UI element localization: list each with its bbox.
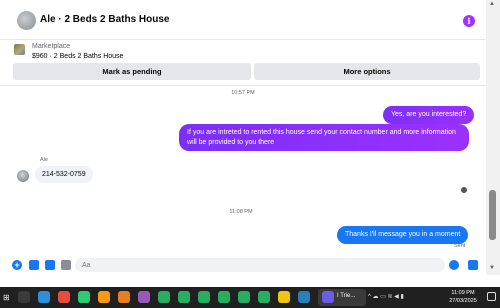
- taskbar-app-label[interactable]: I Trie...: [337, 293, 355, 299]
- scroll-thumb[interactable]: [489, 190, 496, 240]
- sticker-icon[interactable]: [45, 260, 55, 270]
- scroll-up-icon[interactable]: ▲: [489, 1, 495, 7]
- app-icon[interactable]: [98, 291, 110, 303]
- listing-title[interactable]: $960 · 2 Beds 2 Baths House: [32, 53, 123, 60]
- message-outgoing[interactable]: Yes, are you interested?: [383, 106, 475, 124]
- chrome-icon[interactable]: [238, 291, 250, 303]
- chat-scrollbar[interactable]: ▲ ▼: [486, 0, 500, 275]
- chrome-icon[interactable]: [198, 291, 210, 303]
- chrome-icon[interactable]: [158, 291, 170, 303]
- scroll-down-icon[interactable]: ▼: [489, 265, 495, 271]
- like-icon[interactable]: [468, 260, 478, 270]
- conversation-header: Ale · 2 Beds 2 Baths House i: [0, 0, 486, 40]
- emoji-icon[interactable]: [449, 260, 459, 270]
- app-icon[interactable]: [278, 291, 290, 303]
- sender-name: Ale: [40, 157, 48, 163]
- clock[interactable]: 11:09 PM 27/03/2025: [444, 289, 482, 305]
- app-icon[interactable]: [322, 291, 334, 303]
- app-icon[interactable]: [298, 291, 310, 303]
- marketplace-label: Marketplace: [32, 43, 71, 50]
- notification-icon[interactable]: [487, 292, 496, 301]
- windows-icon[interactable]: ⊞: [3, 293, 10, 302]
- contact-avatar[interactable]: [17, 11, 36, 30]
- search-icon[interactable]: [18, 291, 30, 303]
- chrome-icon[interactable]: [218, 291, 230, 303]
- listing-thumbnail[interactable]: [14, 44, 25, 55]
- sender-avatar[interactable]: [17, 170, 29, 182]
- store-icon[interactable]: [58, 291, 70, 303]
- message-composer: +: [0, 255, 486, 275]
- info-icon[interactable]: i: [463, 15, 475, 27]
- messenger-window: Ale · 2 Beds 2 Baths House i Marketplace…: [0, 0, 500, 308]
- photo-icon[interactable]: [29, 260, 39, 270]
- message-incoming[interactable]: 214-532-0759: [35, 166, 93, 183]
- message-outgoing[interactable]: Thanks I'll message you in a moment: [337, 226, 469, 244]
- more-options-button[interactable]: More options: [254, 63, 480, 80]
- clock-time: 11:09 PM: [451, 290, 475, 296]
- chrome-icon[interactable]: [258, 291, 270, 303]
- mark-as-pending-button[interactable]: Mark as pending: [13, 63, 251, 80]
- seen-indicator-avatar: [461, 187, 467, 193]
- timestamp: 11:08 PM: [229, 209, 253, 215]
- app-icon[interactable]: [138, 291, 150, 303]
- windows-taskbar: ⊞ I Trie... ^ ☁ ▭ ≋ ◀ ▮ 11:09 PM 27/03/2…: [0, 287, 500, 308]
- app-icon[interactable]: [118, 291, 130, 303]
- system-tray[interactable]: ^ ☁ ▭ ≋ ◀ ▮: [368, 293, 404, 300]
- chrome-icon[interactable]: [178, 291, 190, 303]
- message-input[interactable]: [75, 258, 445, 272]
- conversation-title[interactable]: Ale · 2 Beds 2 Baths House: [40, 14, 169, 25]
- gif-icon[interactable]: [61, 260, 71, 270]
- chrome-icon[interactable]: [78, 291, 90, 303]
- message-status: Sent: [454, 243, 466, 249]
- header-divider: [0, 85, 486, 86]
- clock-date: 27/03/2025: [449, 298, 477, 304]
- plus-icon[interactable]: +: [12, 260, 22, 270]
- timestamp: 10:57 PM: [231, 90, 255, 96]
- edge-icon[interactable]: [38, 291, 50, 303]
- message-outgoing[interactable]: If you are intreted to rented this house…: [179, 124, 469, 151]
